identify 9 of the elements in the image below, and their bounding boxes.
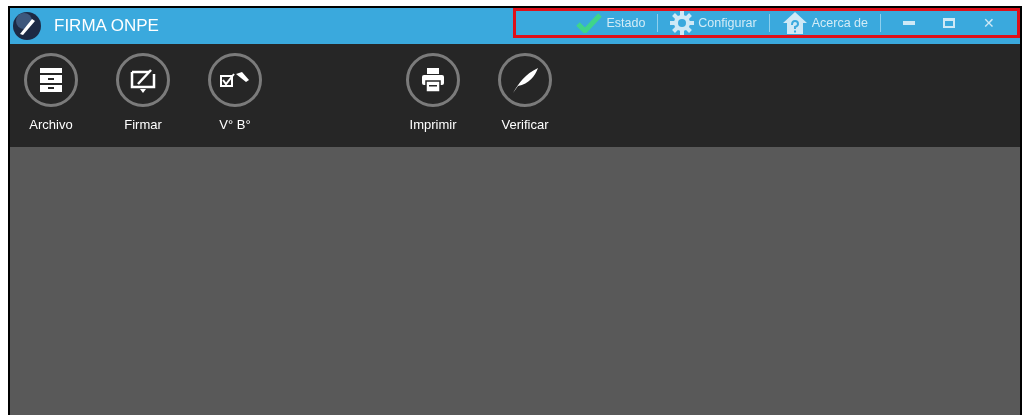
- house-icon: [781, 11, 808, 35]
- settings-icon: [670, 11, 695, 35]
- check-icon: [576, 13, 603, 33]
- checkbox-pen-icon: [220, 70, 250, 90]
- printer-icon: [421, 67, 445, 93]
- drawer-icon: [39, 67, 63, 93]
- pen-logo-icon: [12, 11, 42, 41]
- window-title: FIRMA ONPE: [54, 16, 159, 36]
- maximize-icon[interactable]: [943, 18, 955, 28]
